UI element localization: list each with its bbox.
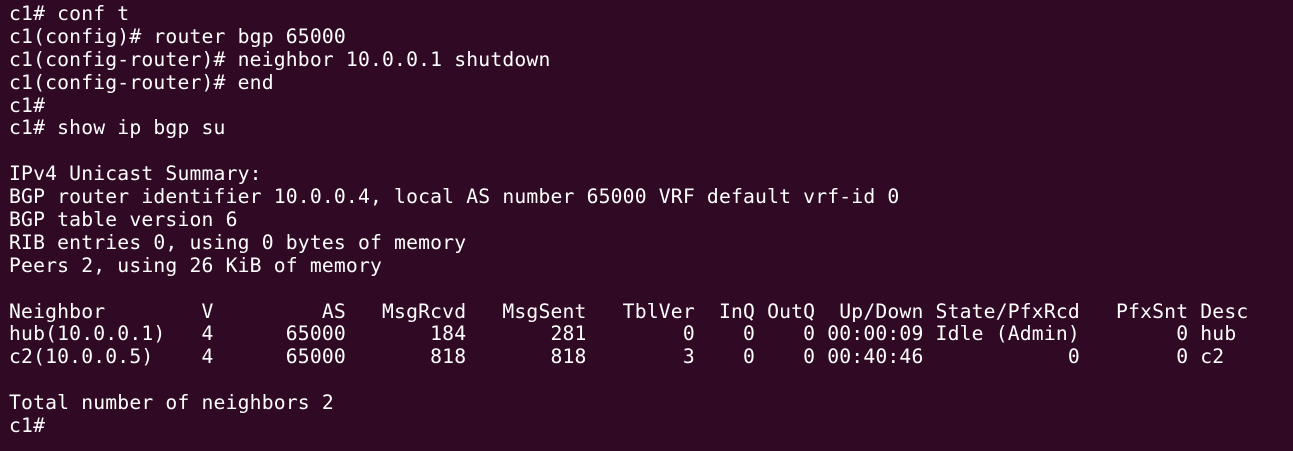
neighbor-table-row: c2(10.0.0.5) 4 65000 818 818 3 0 0 00:40… [9, 345, 1225, 369]
command-line-end: c1(config-router)# end [9, 70, 274, 94]
output-summary-heading: IPv4 Unicast Summary: [9, 162, 262, 186]
output-peers: Peers 2, using 26 KiB of memory [9, 253, 383, 277]
command-line-neighbor-shutdown: c1(config-router)# neighbor 10.0.0.1 shu… [9, 47, 551, 71]
current-prompt: c1# [9, 414, 46, 438]
output-neighbor-total: Total number of neighbors 2 [9, 391, 334, 415]
output-router-identifier: BGP router identifier 10.0.0.4, local AS… [9, 185, 900, 209]
current-prompt-line[interactable]: c1# [9, 414, 1293, 438]
command-line-router-bgp: c1(config)# router bgp 65000 [9, 24, 346, 48]
command-line-conf-t: c1# conf t [9, 2, 130, 25]
prompt-line: c1# [9, 93, 46, 117]
neighbor-table-header: Neighbor V AS MsgRcvd MsgSent TblVer InQ… [9, 299, 1249, 323]
command-line-show-ip-bgp-su: c1# show ip bgp su [9, 116, 226, 140]
neighbor-table-row: hub(10.0.0.1) 4 65000 184 281 0 0 0 00:0… [9, 322, 1237, 346]
output-rib-entries: RIB entries 0, using 0 bytes of memory [9, 230, 467, 254]
output-table-version: BGP table version 6 [9, 208, 238, 232]
terminal-window[interactable]: c1# conf t c1(config)# router bgp 65000 … [0, 0, 1293, 451]
